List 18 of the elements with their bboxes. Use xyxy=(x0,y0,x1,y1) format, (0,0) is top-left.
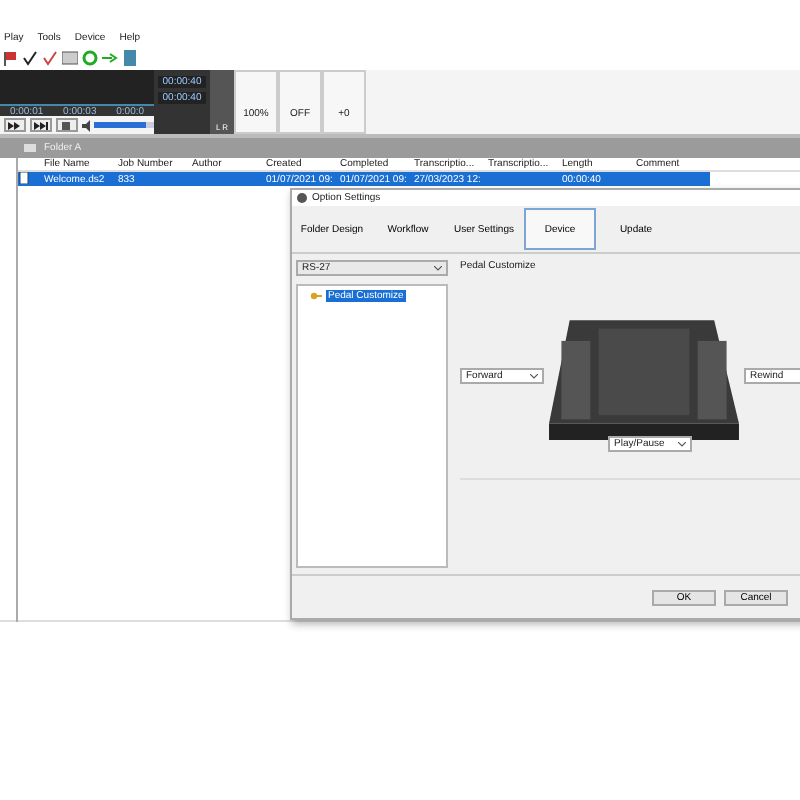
caret-icon xyxy=(434,265,442,271)
settings-icon xyxy=(296,192,308,204)
arrow-icon[interactable] xyxy=(102,50,118,66)
fast-forward-button[interactable] xyxy=(4,118,26,132)
caret-icon xyxy=(530,373,538,379)
caret-icon xyxy=(678,441,686,447)
folder-icon xyxy=(24,142,36,154)
flag-icon[interactable] xyxy=(2,50,18,66)
skip-end-button[interactable] xyxy=(30,118,52,132)
skip-end-icon xyxy=(34,121,48,129)
volume-slider[interactable] xyxy=(94,122,154,128)
refresh-icon[interactable] xyxy=(82,50,98,66)
stop-button[interactable] xyxy=(56,118,78,132)
key-icon xyxy=(310,292,322,300)
fast-forward-icon xyxy=(8,121,22,129)
stop-icon xyxy=(60,121,74,129)
file-icon xyxy=(18,172,30,185)
speaker-icon xyxy=(82,119,90,131)
